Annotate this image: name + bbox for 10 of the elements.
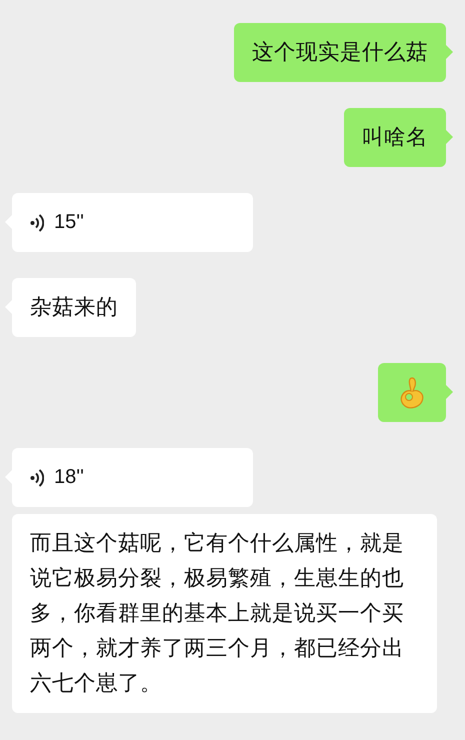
message-bubble: 这个现实是什么菇	[234, 23, 446, 82]
voice-message-bubble[interactable]: 15''	[12, 193, 253, 252]
voice-duration: 18''	[54, 465, 84, 490]
message-bubble: 杂菇来的	[12, 278, 136, 337]
voice-icon	[30, 212, 44, 232]
message-bubble: 而且这个菇呢，它有个什么属性，就是说它极易分裂，极易繁殖，生崽生的也多，你看群里的基本上就是说买一个买两个，就才养了两三个月，都已经分出六七个崽了。	[12, 514, 437, 714]
voice-duration: 15''	[54, 210, 84, 235]
message-bubble: 叫啥名	[344, 108, 446, 167]
voice-message-bubble[interactable]: 18''	[12, 448, 253, 508]
voice-icon	[30, 468, 44, 488]
